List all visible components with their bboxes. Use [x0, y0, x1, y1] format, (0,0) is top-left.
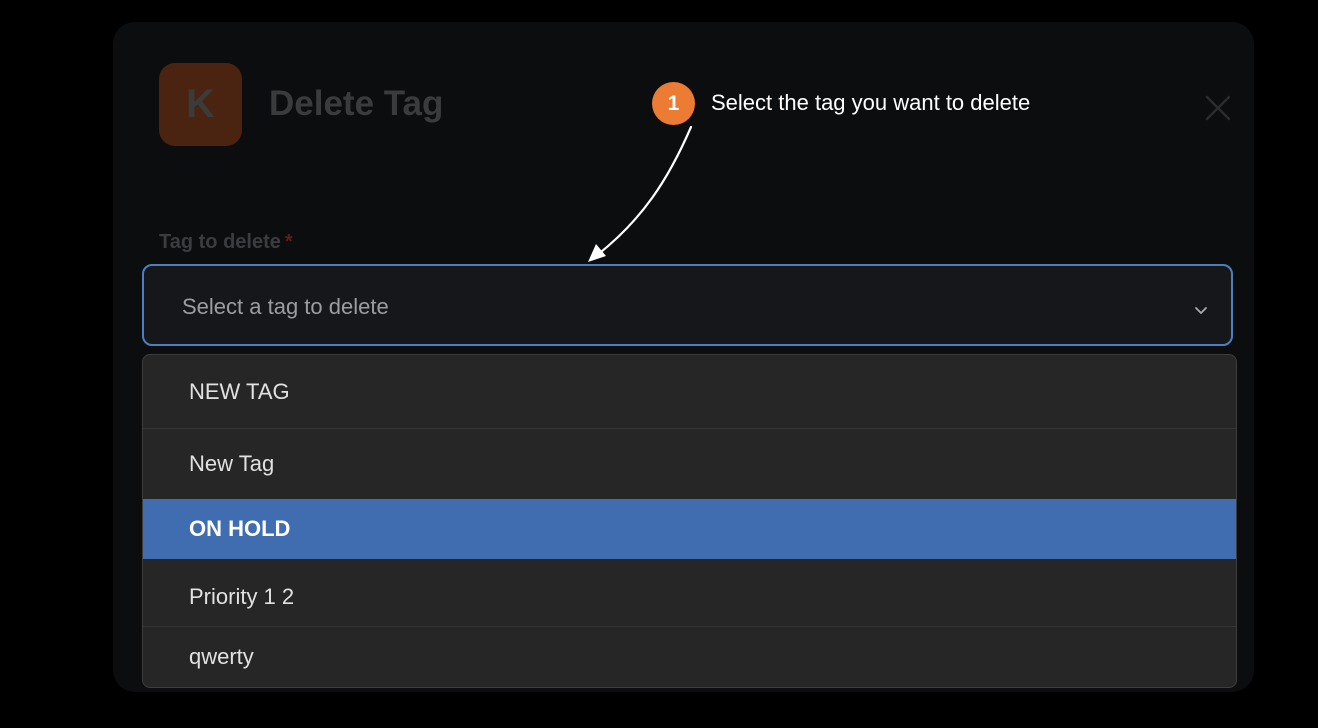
dropdown-option-new-tag-upper[interactable]: NEW TAG — [143, 355, 1236, 429]
option-label: New Tag — [189, 451, 275, 476]
dropdown-option-on-hold[interactable]: ON HOLD — [143, 499, 1236, 559]
logo-letter: K — [186, 82, 215, 126]
tag-select-placeholder: Select a tag to delete — [182, 294, 389, 319]
option-label: qwerty — [189, 644, 254, 669]
required-marker: * — [284, 231, 293, 253]
option-label: ON HOLD — [189, 516, 291, 541]
option-label: Priority 1 2 — [189, 584, 295, 609]
option-label: NEW TAG — [189, 379, 290, 404]
tag-dropdown-list: NEW TAG New Tag ON HOLD Priority 1 2 qwe… — [142, 354, 1237, 688]
close-icon — [1205, 95, 1231, 121]
step-badge: 1 — [652, 82, 695, 125]
screen: K Delete Tag Tag to delete * Select a tag… — [0, 0, 1318, 728]
chevron-down-icon — [1195, 307, 1207, 314]
dropdown-option-new-tag[interactable]: New Tag — [143, 429, 1236, 499]
step-number: 1 — [667, 91, 680, 115]
tag-field-label: Tag to delete * — [159, 231, 293, 254]
dropdown-option-qwerty[interactable]: qwerty — [143, 627, 1236, 687]
tag-field-label-text: Tag to delete — [159, 231, 281, 253]
tag-select[interactable]: Select a tag to delete — [142, 264, 1233, 346]
modal-title: Delete Tag — [269, 84, 444, 123]
callout-instruction: Select the tag you want to delete — [711, 90, 1031, 115]
app-logo: K — [159, 63, 242, 146]
close-button[interactable] — [1198, 88, 1238, 128]
dropdown-option-priority-1-2[interactable]: Priority 1 2 — [143, 559, 1236, 627]
